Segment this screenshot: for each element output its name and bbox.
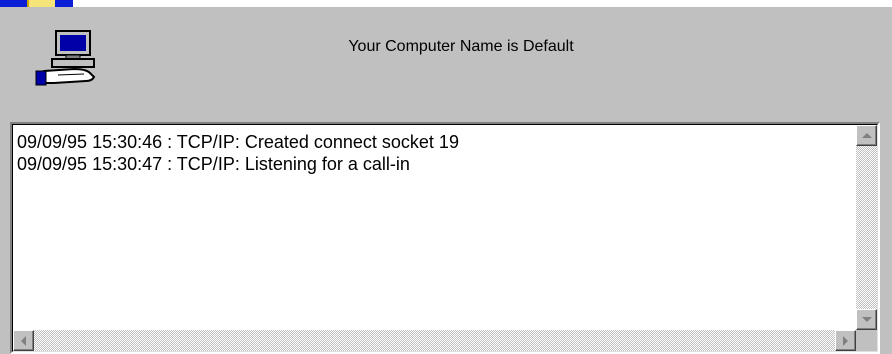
horizontal-scrollbar[interactable] bbox=[13, 330, 856, 351]
arrow-up-icon bbox=[861, 133, 872, 138]
main-window: Your Computer Name is Default 09/09/95 1… bbox=[0, 7, 892, 354]
log-textbox[interactable]: 09/09/95 15:30:46 : TCP/IP: Created conn… bbox=[12, 124, 878, 352]
log-line: 09/09/95 15:30:46 : TCP/IP: Created conn… bbox=[17, 132, 459, 152]
log-lines: 09/09/95 15:30:46 : TCP/IP: Created conn… bbox=[17, 131, 855, 175]
scroll-right-button[interactable] bbox=[835, 330, 856, 351]
folder-icon bbox=[0, 0, 73, 7]
scroll-up-button[interactable] bbox=[856, 125, 877, 146]
computer-name-label: Your Computer Name is Default bbox=[348, 38, 574, 55]
scroll-left-button[interactable] bbox=[13, 330, 34, 351]
scrollbar-corner bbox=[856, 330, 877, 351]
arrow-down-icon bbox=[861, 317, 872, 322]
log-line: 09/09/95 15:30:47 : TCP/IP: Listening fo… bbox=[17, 154, 410, 174]
log-panel: 09/09/95 15:30:46 : TCP/IP: Created conn… bbox=[10, 122, 880, 354]
arrow-right-icon bbox=[843, 335, 848, 346]
vertical-scrollbar[interactable] bbox=[856, 125, 877, 330]
arrow-left-icon bbox=[21, 335, 26, 346]
header-panel: Your Computer Name is Default bbox=[0, 7, 892, 121]
scroll-down-button[interactable] bbox=[856, 309, 877, 330]
